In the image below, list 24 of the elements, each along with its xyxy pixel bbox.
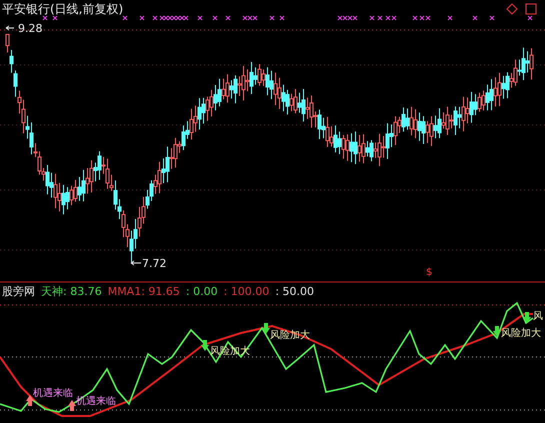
arrow-down-icon: [493, 326, 501, 337]
indicator-value: 天神: 83.76: [41, 284, 102, 300]
signal-label: 风: [533, 312, 543, 322]
indicator-name: 股旁网: [2, 284, 35, 300]
low-price-label: 7.72: [142, 258, 166, 269]
high-price-label: 9.28: [18, 23, 42, 34]
arrow-up-icon: [68, 400, 76, 411]
square-icon[interactable]: [526, 4, 536, 14]
chart-title: 平安银行(日线,前复权): [2, 3, 124, 15]
indicator-value: : 0.00: [186, 284, 218, 300]
leader-line: [130, 260, 142, 266]
leader-line: [6, 26, 14, 30]
indicator-value: : 50.00: [275, 284, 314, 300]
signal-symbol: $: [426, 268, 432, 278]
signal-label: 机遇来临: [76, 397, 116, 407]
indicator-value: MMA1: 91.65: [108, 284, 180, 300]
arrow-down-icon: [523, 312, 531, 323]
signal-label: 风险加大: [501, 329, 541, 339]
arrow-up-icon: [26, 395, 34, 406]
arrow-down-icon: [262, 323, 270, 334]
signal-label: 机遇来临: [33, 389, 73, 399]
diamond-icon[interactable]: [506, 3, 518, 15]
arrow-down-icon: [201, 340, 209, 351]
indicator-value: : 100.00: [224, 284, 270, 300]
